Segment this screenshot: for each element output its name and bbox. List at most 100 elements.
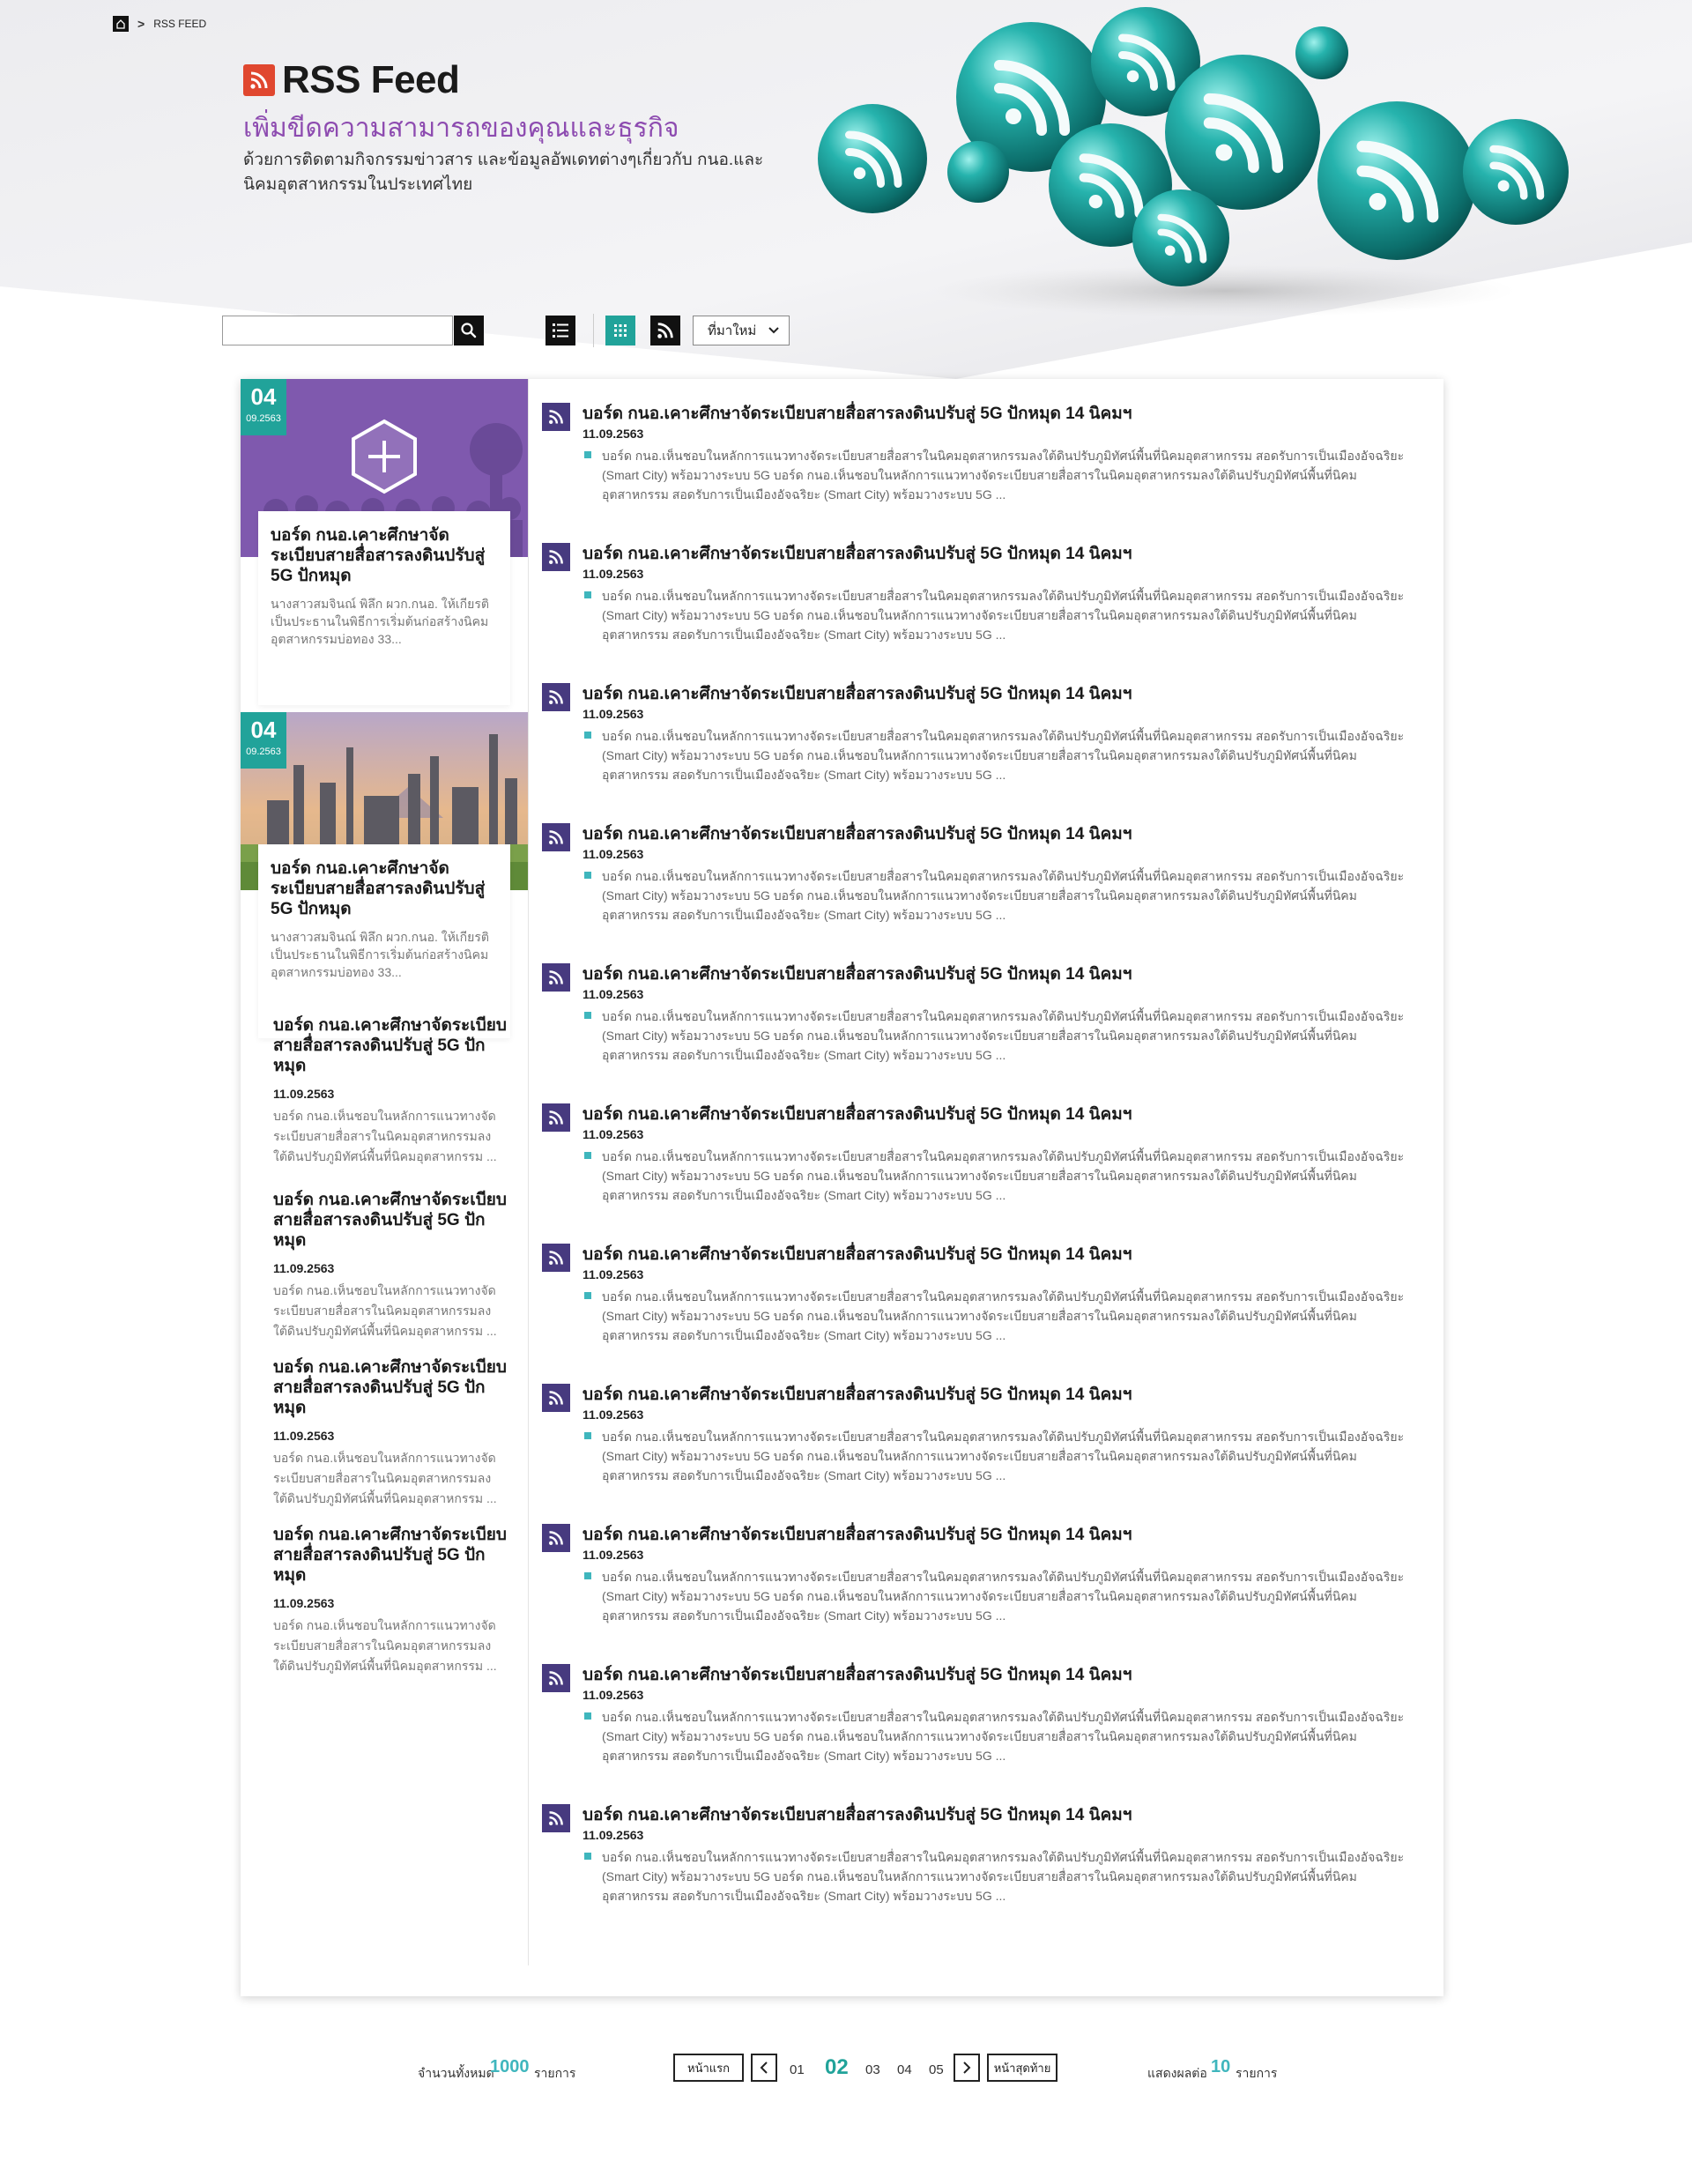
first-page-button[interactable]: หน้าแรก xyxy=(673,2054,744,2082)
featured-title[interactable]: บอร์ด กนอ.เคาะศึกษาจัดระเบียบสายสื่อสารล… xyxy=(271,858,498,919)
home-icon[interactable] xyxy=(113,16,129,32)
list-view-button[interactable] xyxy=(545,316,575,345)
date-tag: 04 09.2563 xyxy=(241,712,286,769)
grid-view-button[interactable] xyxy=(605,316,635,345)
total-label: จำนวนทั้งหมด xyxy=(418,2066,494,2080)
feed-item-title[interactable]: บอร์ด กนอ.เคาะศึกษาจัดระเบียบสายสื่อสารล… xyxy=(583,961,1132,987)
featured-card[interactable]: 04 09.2563 บอร์ด กนอ.เคาะศึกษาจัดระเบียบ… xyxy=(241,379,528,705)
last-page-button[interactable]: หน้าสุดท้าย xyxy=(987,2054,1058,2082)
feed-item-title[interactable]: บอร์ด กนอ.เคาะศึกษาจัดระเบียบสายสื่อสารล… xyxy=(583,1801,1132,1828)
feed-item-excerpt: บอร์ด กนอ.เห็นชอบในหลักการแนวทางจัดระเบี… xyxy=(602,1430,1405,1482)
feed-item-date: 11.09.2563 xyxy=(583,987,644,1001)
side-list-item[interactable]: บอร์ด กนอ.เคาะศึกษาจัดระเบียบสายสื่อสารล… xyxy=(273,1357,511,1509)
side-list-item[interactable]: บอร์ด กนอ.เคาะศึกษาจัดระเบียบสายสื่อสารล… xyxy=(273,1525,511,1676)
date-day: 04 xyxy=(250,717,277,743)
rss-icon xyxy=(542,403,570,431)
side-item-title[interactable]: บอร์ด กนอ.เคาะศึกษาจัดระเบียบสายสื่อสารล… xyxy=(273,1525,511,1586)
prev-page-button[interactable] xyxy=(751,2054,777,2082)
search-icon xyxy=(461,323,477,338)
page-number[interactable]: 03 xyxy=(865,2062,880,2077)
sort-dropdown[interactable]: ที่มาใหม่ xyxy=(693,316,790,345)
side-item-title[interactable]: บอร์ด กนอ.เคาะศึกษาจัดระเบียบสายสื่อสารล… xyxy=(273,1015,511,1076)
page-number[interactable]: 04 xyxy=(897,2062,912,2077)
column-divider xyxy=(528,379,529,1965)
feed-item-title[interactable]: บอร์ด กนอ.เคาะศึกษาจัดระเบียบสายสื่อสารล… xyxy=(583,1661,1132,1688)
bullet-icon xyxy=(584,872,591,879)
feed-item-date: 11.09.2563 xyxy=(583,847,644,861)
featured-body: บอร์ด กนอ.เคาะศึกษาจัดระเบียบสายสื่อสารล… xyxy=(258,511,510,705)
bullet-icon xyxy=(584,1712,591,1720)
feed-item[interactable]: บอร์ด กนอ.เคาะศึกษาจัดระเบียบสายสื่อสารล… xyxy=(542,1801,1423,1934)
feed-item-date: 11.09.2563 xyxy=(583,567,644,581)
page-number-current[interactable]: 02 xyxy=(825,2055,849,2080)
chevron-right-icon xyxy=(963,2061,971,2074)
search-button[interactable] xyxy=(454,316,484,345)
featured-card[interactable]: 04 09.2563 บอร์ด กนอ.เคาะศึกษาจัดระเบียบ… xyxy=(241,712,528,1038)
chevron-left-icon xyxy=(760,2061,768,2074)
rss-icon xyxy=(657,323,673,338)
rss-icon xyxy=(243,64,275,96)
feed-item[interactable]: บอร์ด กนอ.เคาะศึกษาจัดระเบียบสายสื่อสารล… xyxy=(542,1241,1423,1373)
bullet-icon xyxy=(584,1292,591,1299)
feed-item-excerpt: บอร์ด กนอ.เห็นชอบในหลักการแนวทางจัดระเบี… xyxy=(602,589,1405,642)
feed-item-date: 11.09.2563 xyxy=(583,1828,644,1842)
bullet-icon xyxy=(584,1152,591,1159)
bullet-icon xyxy=(584,1432,591,1439)
featured-excerpt: นางสาวสมจินณ์ พิลึก ผวก.กนอ. ให้เกียรติเ… xyxy=(271,930,489,979)
next-page-button[interactable] xyxy=(954,2054,980,2082)
breadcrumb-current: RSS FEED xyxy=(153,18,207,30)
grid-icon xyxy=(614,324,627,337)
featured-body: บอร์ด กนอ.เคาะศึกษาจัดระเบียบสายสื่อสารล… xyxy=(258,844,510,1038)
rss-icon xyxy=(542,1804,570,1832)
feed-item[interactable]: บอร์ด กนอ.เคาะศึกษาจัดระเบียบสายสื่อสารล… xyxy=(542,1661,1423,1794)
page-number[interactable]: 01 xyxy=(790,2062,805,2077)
feed-item-title[interactable]: บอร์ด กนอ.เคาะศึกษาจัดระเบียบสายสื่อสารล… xyxy=(583,540,1132,567)
date-month-year: 09.2563 xyxy=(246,747,281,757)
sort-selected-value: ที่มาใหม่ xyxy=(708,323,757,338)
feed-item[interactable]: บอร์ด กนอ.เคาะศึกษาจัดระเบียบสายสื่อสารล… xyxy=(542,821,1423,953)
featured-title[interactable]: บอร์ด กนอ.เคาะศึกษาจัดระเบียบสายสื่อสารล… xyxy=(271,525,498,586)
toolbar-divider xyxy=(593,314,594,347)
per-page-unit: รายการ xyxy=(1236,2066,1278,2080)
side-item-date: 11.09.2563 xyxy=(273,1596,335,1610)
featured-column: 04 09.2563 บอร์ด กนอ.เคาะศึกษาจัดระเบียบ… xyxy=(241,379,528,1996)
feed-item-title[interactable]: บอร์ด กนอ.เคาะศึกษาจัดระเบียบสายสื่อสารล… xyxy=(583,1241,1132,1267)
feed-item-title[interactable]: บอร์ด กนอ.เคาะศึกษาจัดระเบียบสายสื่อสารล… xyxy=(583,400,1132,427)
side-item-title[interactable]: บอร์ด กนอ.เคาะศึกษาจัดระเบียบสายสื่อสารล… xyxy=(273,1190,511,1251)
feed-item[interactable]: บอร์ด กนอ.เคาะศึกษาจัดระเบียบสายสื่อสารล… xyxy=(542,1101,1423,1233)
feed-item[interactable]: บอร์ด กนอ.เคาะศึกษาจัดระเบียบสายสื่อสารล… xyxy=(542,680,1423,813)
side-list-item[interactable]: บอร์ด กนอ.เคาะศึกษาจัดระเบียบสายสื่อสารล… xyxy=(273,1015,511,1167)
feed-item[interactable]: บอร์ด กนอ.เคาะศึกษาจัดระเบียบสายสื่อสารล… xyxy=(542,1381,1423,1513)
feed-item-excerpt: บอร์ด กนอ.เห็นชอบในหลักการแนวทางจัดระเบี… xyxy=(602,1850,1405,1903)
search-input[interactable] xyxy=(222,316,453,345)
page-number[interactable]: 05 xyxy=(929,2062,944,2077)
rss-view-button[interactable] xyxy=(650,316,680,345)
bullet-icon xyxy=(584,591,591,598)
side-item-excerpt: บอร์ด กนอ.เห็นชอบในหลักการแนวทางจัดระเบี… xyxy=(273,1618,497,1673)
rss-icon xyxy=(542,543,570,571)
feed-item-excerpt: บอร์ด กนอ.เห็นชอบในหลักการแนวทางจัดระเบี… xyxy=(602,1710,1405,1763)
feed-item-title[interactable]: บอร์ด กนอ.เคาะศึกษาจัดระเบียบสายสื่อสารล… xyxy=(583,1521,1132,1548)
feed-item[interactable]: บอร์ด กนอ.เคาะศึกษาจัดระเบียบสายสื่อสารล… xyxy=(542,540,1423,672)
feed-item-title[interactable]: บอร์ด กนอ.เคาะศึกษาจัดระเบียบสายสื่อสารล… xyxy=(583,1101,1132,1127)
featured-excerpt: นางสาวสมจินณ์ พิลึก ผวก.กนอ. ให้เกียรติเ… xyxy=(271,597,489,646)
side-item-date: 11.09.2563 xyxy=(273,1261,335,1275)
date-day: 04 xyxy=(250,383,277,410)
rss-icon xyxy=(542,823,570,851)
content-card: 04 09.2563 บอร์ด กนอ.เคาะศึกษาจัดระเบียบ… xyxy=(241,379,1443,1996)
feed-item[interactable]: บอร์ด กนอ.เคาะศึกษาจัดระเบียบสายสื่อสารล… xyxy=(542,961,1423,1093)
feed-item-excerpt: บอร์ด กนอ.เห็นชอบในหลักการแนวทางจัดระเบี… xyxy=(602,729,1405,782)
per-page-label: แสดงผลต่อ xyxy=(1147,2066,1207,2080)
page-title-row: RSS Feed xyxy=(243,58,460,102)
feed-item-date: 11.09.2563 xyxy=(583,1408,644,1422)
feed-item[interactable]: บอร์ด กนอ.เคาะศึกษาจัดระเบียบสายสื่อสารล… xyxy=(542,1521,1423,1653)
side-list-item[interactable]: บอร์ด กนอ.เคาะศึกษาจัดระเบียบสายสื่อสารล… xyxy=(273,1190,511,1341)
feed-item[interactable]: บอร์ด กนอ.เคาะศึกษาจัดระเบียบสายสื่อสารล… xyxy=(542,400,1423,532)
side-item-title[interactable]: บอร์ด กนอ.เคาะศึกษาจัดระเบียบสายสื่อสารล… xyxy=(273,1357,511,1418)
feed-item-title[interactable]: บอร์ด กนอ.เคาะศึกษาจัดระเบียบสายสื่อสารล… xyxy=(583,680,1132,707)
feed-item-date: 11.09.2563 xyxy=(583,1688,644,1702)
feed-item-title[interactable]: บอร์ด กนอ.เคาะศึกษาจัดระเบียบสายสื่อสารล… xyxy=(583,1381,1132,1408)
bullet-icon xyxy=(584,1572,591,1579)
feed-item-title[interactable]: บอร์ด กนอ.เคาะศึกษาจัดระเบียบสายสื่อสารล… xyxy=(583,821,1132,847)
feed-item-date: 11.09.2563 xyxy=(583,1267,644,1281)
